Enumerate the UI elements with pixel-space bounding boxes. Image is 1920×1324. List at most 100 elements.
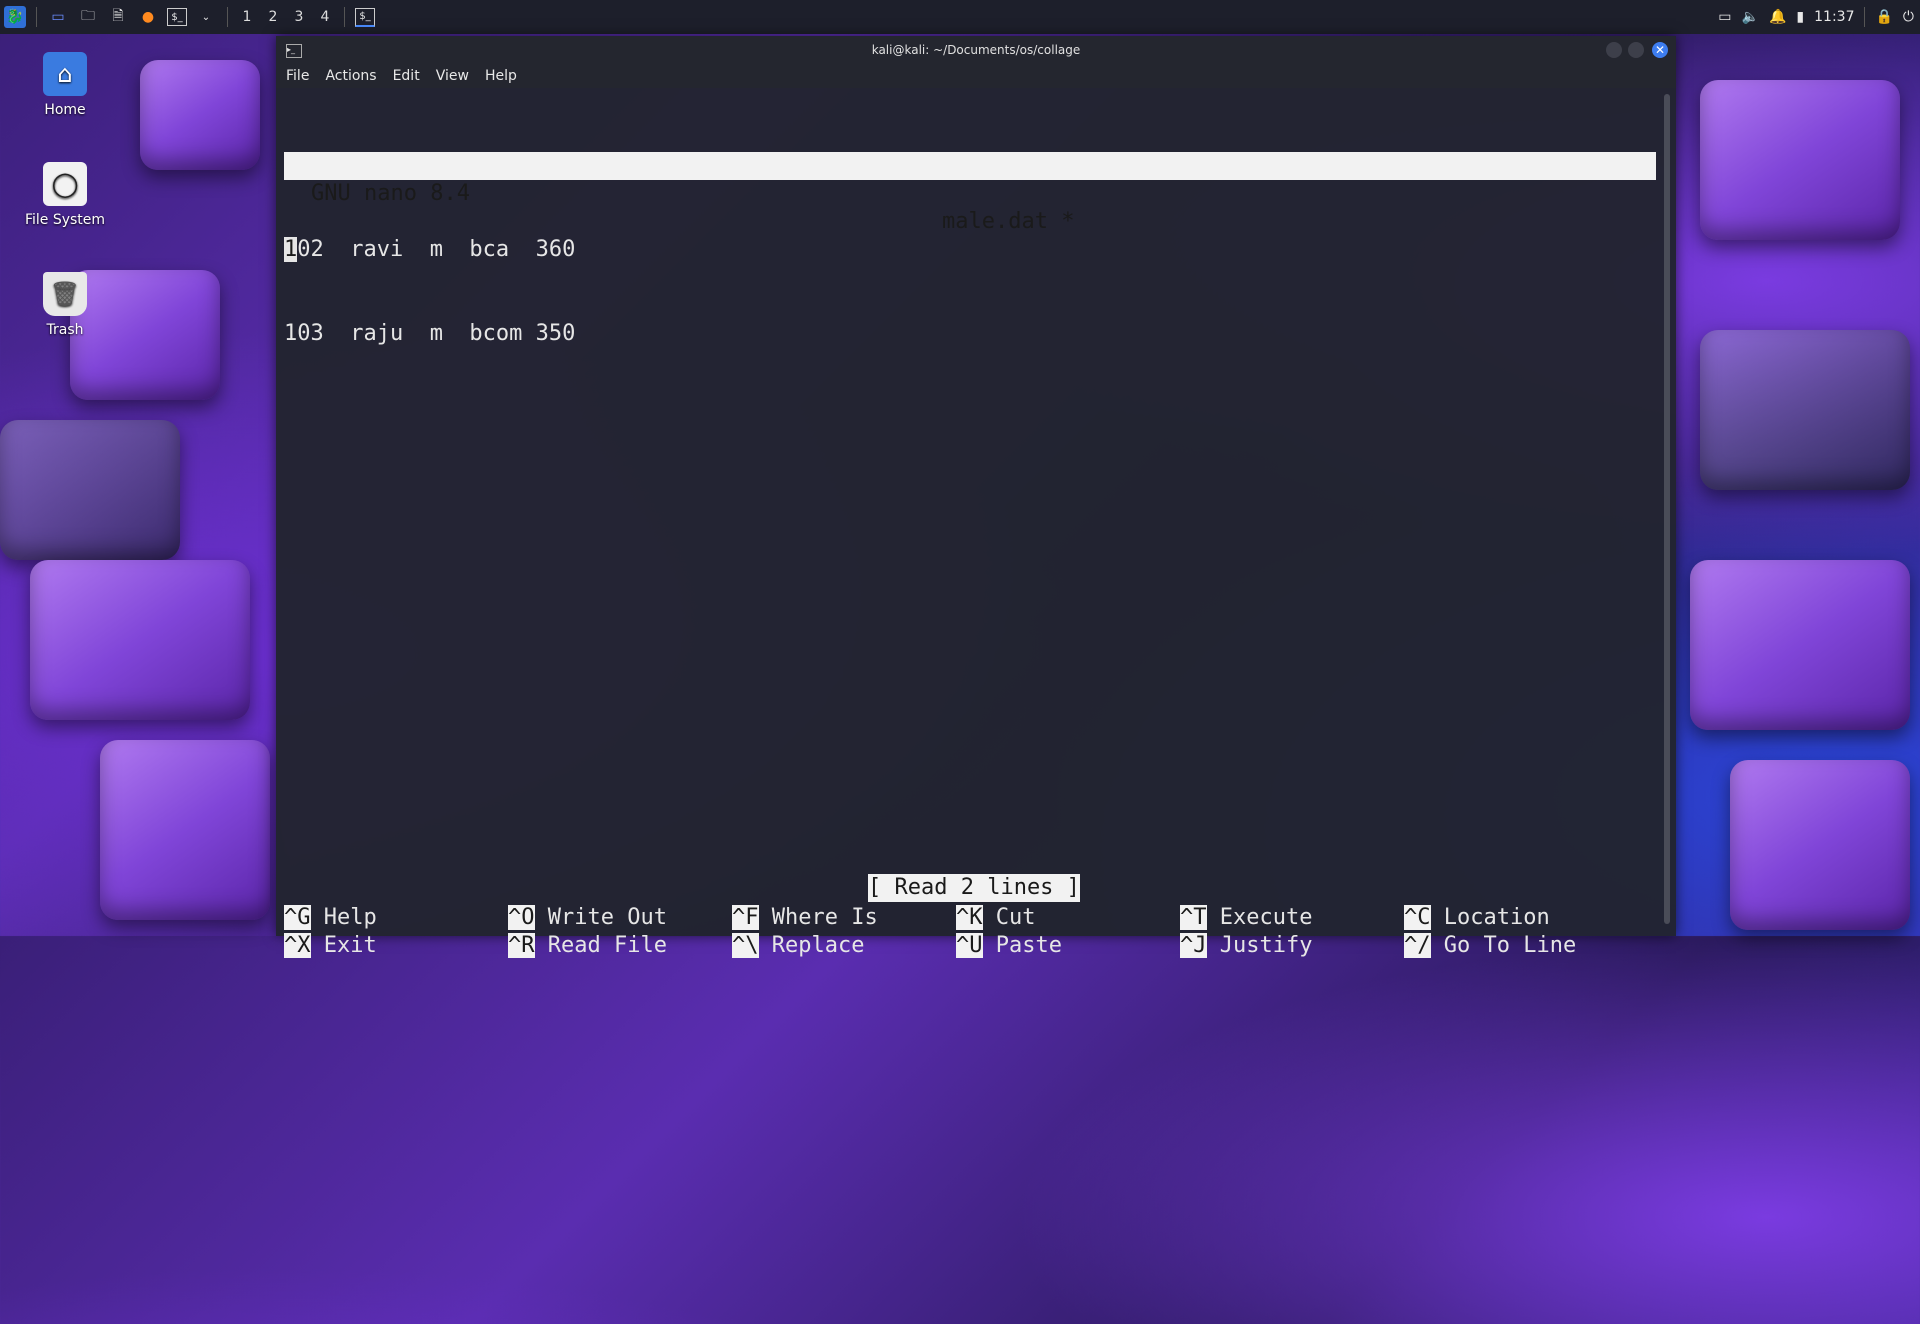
shortcut-justify[interactable]: ^J Justify bbox=[1180, 932, 1312, 960]
shortcut-label: Go To Line bbox=[1443, 933, 1577, 958]
terminal-icon: ▸_ bbox=[286, 44, 302, 58]
workspace-4[interactable]: 4 bbox=[312, 9, 338, 25]
display-icon[interactable]: ▭ bbox=[1718, 9, 1731, 25]
line-text: 02 ravi m bca 360 bbox=[297, 237, 576, 262]
editor-line[interactable]: 103 raju m bcom 350 bbox=[284, 320, 1656, 348]
panel-separator bbox=[227, 7, 228, 27]
show-desktop-icon[interactable]: ▭ bbox=[47, 6, 69, 28]
workspace-2[interactable]: 2 bbox=[260, 9, 286, 25]
desktop-icon-home[interactable]: ⌂ Home bbox=[20, 52, 110, 118]
shortcut-key: ^F bbox=[732, 905, 759, 930]
wallpaper-cube bbox=[1700, 330, 1910, 490]
shortcut-key: ^C bbox=[1404, 905, 1431, 930]
workspace-1[interactable]: 1 bbox=[234, 9, 260, 25]
wallpaper-cube bbox=[140, 60, 260, 170]
shortcut-label: Exit bbox=[323, 933, 377, 958]
wallpaper-cube bbox=[0, 420, 180, 560]
wallpaper-cube bbox=[1730, 760, 1910, 930]
menu-file[interactable]: File bbox=[286, 68, 309, 84]
shortcut-location[interactable]: ^C Location bbox=[1404, 904, 1550, 932]
drive-icon: ◯ bbox=[43, 162, 87, 206]
notification-bell-icon[interactable]: 🔔 bbox=[1769, 9, 1786, 25]
window-titlebar[interactable]: ▸_ kali@kali: ~/Documents/os/collage ✕ bbox=[276, 36, 1676, 64]
shortcut-replace[interactable]: ^\ Replace bbox=[732, 932, 864, 960]
kali-menu-icon[interactable]: 🐉 bbox=[4, 6, 26, 28]
shortcut-where-is[interactable]: ^F Where Is bbox=[732, 904, 878, 932]
desktop-icon-trash[interactable]: 🗑 Trash bbox=[20, 272, 110, 338]
text-editor-icon[interactable]: 🗎 bbox=[107, 6, 129, 28]
shortcut-key: ^O bbox=[508, 905, 535, 930]
shortcut-label: Read File bbox=[547, 933, 667, 958]
minimize-button[interactable] bbox=[1606, 42, 1622, 58]
desktop-icon-file-system[interactable]: ◯ File System bbox=[20, 162, 110, 228]
file-manager-icon[interactable]: 🗀 bbox=[77, 6, 99, 28]
nano-filename: male.dat * bbox=[942, 209, 1075, 234]
panel-separator bbox=[1864, 7, 1866, 27]
lock-icon[interactable]: 🔒 bbox=[1875, 9, 1892, 25]
window-title: kali@kali: ~/Documents/os/collage bbox=[871, 43, 1081, 57]
shortcut-key: ^K bbox=[956, 905, 983, 930]
maximize-button[interactable] bbox=[1628, 42, 1644, 58]
shortcut-write-out[interactable]: ^O Write Out bbox=[508, 904, 667, 932]
trash-icon: 🗑 bbox=[43, 272, 87, 316]
shortcut-key: ^X bbox=[284, 933, 311, 958]
shortcut-execute[interactable]: ^T Execute bbox=[1180, 904, 1312, 932]
desktop-icon-label: File System bbox=[24, 212, 106, 228]
line-text: 103 raju m bcom 350 bbox=[284, 321, 576, 346]
shortcut-label: Help bbox=[323, 905, 377, 930]
battery-icon[interactable]: ▮ bbox=[1796, 9, 1804, 25]
nano-title-bar: GNU nano 8.4 male.dat * bbox=[284, 152, 1656, 234]
chevron-down-icon[interactable]: ⌄ bbox=[195, 6, 217, 28]
menu-view[interactable]: View bbox=[436, 68, 469, 84]
shortcut-go-to-line[interactable]: ^/ Go To Line bbox=[1404, 932, 1576, 960]
shortcut-key: ^J bbox=[1180, 933, 1207, 958]
terminal-window: ▸_ kali@kali: ~/Documents/os/collage ✕ F… bbox=[276, 36, 1676, 958]
shortcut-paste[interactable]: ^U Paste bbox=[956, 932, 1062, 960]
shortcut-label: Paste bbox=[995, 933, 1062, 958]
home-folder-icon: ⌂ bbox=[43, 52, 87, 96]
shortcut-exit[interactable]: ^X Exit bbox=[284, 932, 377, 960]
nano-status-message: [ Read 2 lines ] bbox=[868, 874, 1080, 902]
shortcut-label: Location bbox=[1443, 905, 1550, 930]
terminal-task-icon[interactable]: $_ bbox=[355, 7, 375, 27]
menu-help[interactable]: Help bbox=[485, 68, 517, 84]
logout-icon[interactable]: ⏻ bbox=[1903, 9, 1914, 25]
shortcut-label: Replace bbox=[771, 933, 865, 958]
shortcut-label: Justify bbox=[1219, 933, 1313, 958]
close-button[interactable]: ✕ bbox=[1652, 42, 1668, 58]
top-panel: 🐉 ▭ 🗀 🗎 ● $_ ⌄ 1 2 3 4 $_ ▭ 🔈 🔔 ▮ 11:37 … bbox=[0, 0, 1920, 34]
wallpaper-cube bbox=[1700, 80, 1900, 240]
terminal-content[interactable]: GNU nano 8.4 male.dat * 102 ravi m bca 3… bbox=[284, 92, 1656, 958]
panel-separator bbox=[36, 7, 37, 27]
scrollbar[interactable] bbox=[1664, 94, 1670, 924]
shortcut-label: Where Is bbox=[771, 905, 878, 930]
system-tray: ▭ 🔈 🔔 ▮ 11:37 🔒 ⏻ bbox=[1718, 0, 1914, 34]
wallpaper-cube bbox=[1690, 560, 1910, 730]
nano-shortcut-bar: ^G Help ^O Write Out ^F Where Is ^K Cut … bbox=[284, 904, 1644, 1324]
volume-icon[interactable]: 🔈 bbox=[1742, 9, 1759, 25]
shortcut-key: ^R bbox=[508, 933, 535, 958]
shortcut-read-file[interactable]: ^R Read File bbox=[508, 932, 667, 960]
shortcut-key: ^U bbox=[956, 933, 983, 958]
desktop-icon-label: Home bbox=[44, 102, 86, 118]
editor-line[interactable]: 102 ravi m bca 360 bbox=[284, 236, 1656, 264]
clock[interactable]: 11:37 bbox=[1814, 9, 1854, 25]
menu-actions[interactable]: Actions bbox=[325, 68, 376, 84]
desktop-icon-label: Trash bbox=[46, 322, 84, 338]
shortcut-label: Write Out bbox=[547, 905, 667, 930]
shortcut-label: Cut bbox=[995, 905, 1036, 930]
shortcut-cut[interactable]: ^K Cut bbox=[956, 904, 1036, 932]
firefox-icon[interactable]: ● bbox=[137, 6, 159, 28]
shortcut-key: ^G bbox=[284, 905, 311, 930]
workspace-3[interactable]: 3 bbox=[286, 9, 312, 25]
menu-edit[interactable]: Edit bbox=[393, 68, 420, 84]
terminal-icon[interactable]: $_ bbox=[167, 8, 187, 26]
menubar: File Actions Edit View Help bbox=[276, 64, 1676, 88]
nano-version: GNU nano 8.4 bbox=[311, 181, 470, 206]
shortcut-key: ^\ bbox=[732, 933, 759, 958]
shortcut-key: ^/ bbox=[1404, 933, 1431, 958]
shortcut-help[interactable]: ^G Help bbox=[284, 904, 377, 932]
wallpaper-cube bbox=[100, 740, 270, 920]
panel-separator bbox=[344, 7, 345, 27]
shortcut-label: Execute bbox=[1219, 905, 1313, 930]
